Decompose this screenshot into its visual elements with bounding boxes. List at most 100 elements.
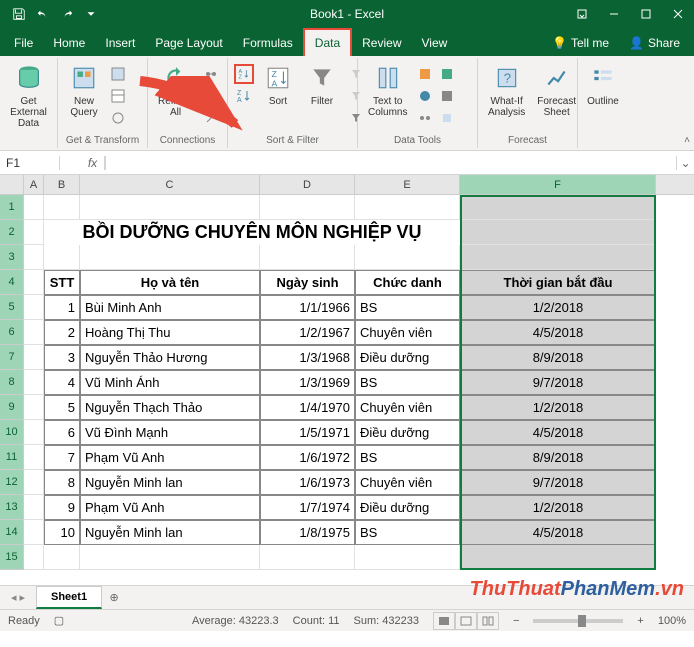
cell-thoigian[interactable]: 1/2/2018 (460, 295, 656, 320)
consolidate-button[interactable] (437, 86, 457, 106)
macro-record-icon[interactable]: ▢ (54, 614, 64, 627)
tell-me[interactable]: 💡Tell me (542, 30, 619, 56)
row-header[interactable]: 2 (0, 220, 24, 245)
cell-ngaysinh[interactable]: 1/7/1974 (260, 495, 355, 520)
view-normal-button[interactable] (433, 612, 455, 630)
data-model-button[interactable] (437, 108, 457, 128)
cell-stt[interactable]: 7 (44, 445, 80, 470)
cell-thoigian[interactable]: 1/2/2018 (460, 495, 656, 520)
flash-fill-button[interactable] (415, 64, 435, 84)
cell-stt[interactable]: 2 (44, 320, 80, 345)
cell-hoten[interactable]: Nguyễn Thạch Thảo (80, 395, 260, 420)
cell-chucdanh[interactable]: Chuyên viên (355, 320, 460, 345)
zoom-slider[interactable] (533, 619, 623, 623)
cell-chucdanh[interactable]: Điều dưỡng (355, 420, 460, 445)
cell-stt[interactable]: 10 (44, 520, 80, 545)
text-to-columns-button[interactable]: Text to Columns (364, 60, 411, 120)
worksheet[interactable]: A B C D E F 1 2 3 4 5 6 7 8 9 10 11 12 1… (0, 175, 694, 585)
row-header[interactable]: 8 (0, 370, 24, 395)
cell-hoten[interactable]: Bùi Minh Anh (80, 295, 260, 320)
cell-ngaysinh[interactable]: 1/5/1971 (260, 420, 355, 445)
row-header[interactable]: 3 (0, 245, 24, 270)
collapse-ribbon-icon[interactable]: ˄ (684, 135, 690, 146)
cell-thoigian[interactable]: 4/5/2018 (460, 420, 656, 445)
sheet-tab[interactable]: Sheet1 (36, 586, 102, 609)
qat-customize[interactable] (80, 3, 102, 25)
view-layout-button[interactable] (455, 612, 477, 630)
sort-ascending-button[interactable]: AZ (234, 64, 254, 84)
connections-button[interactable] (201, 64, 221, 84)
tab-formulas[interactable]: Formulas (233, 30, 303, 56)
tab-insert[interactable]: Insert (95, 30, 145, 56)
relationships-button[interactable] (415, 108, 435, 128)
cell-thoigian[interactable]: 9/7/2018 (460, 370, 656, 395)
maximize-button[interactable] (630, 0, 662, 28)
row-header[interactable]: 9 (0, 395, 24, 420)
cell-stt[interactable]: 9 (44, 495, 80, 520)
cell-ngaysinh[interactable]: 1/3/1969 (260, 370, 355, 395)
cell-thoigian[interactable]: 8/9/2018 (460, 445, 656, 470)
cell-thoigian[interactable]: 4/5/2018 (460, 320, 656, 345)
sort-button[interactable]: ZA Sort (258, 60, 298, 109)
row-header[interactable]: 12 (0, 470, 24, 495)
select-all-cells[interactable] (0, 175, 24, 194)
cell-stt[interactable]: 1 (44, 295, 80, 320)
cell-hoten[interactable]: Phạm Vũ Anh (80, 445, 260, 470)
tab-home[interactable]: Home (43, 30, 95, 56)
col-header-a[interactable]: A (24, 175, 44, 194)
cell-ngaysinh[interactable]: 1/6/1972 (260, 445, 355, 470)
row-header[interactable]: 7 (0, 345, 24, 370)
ribbon-options-icon[interactable] (566, 0, 598, 28)
row-header[interactable]: 11 (0, 445, 24, 470)
new-query-button[interactable]: New Query (64, 60, 104, 120)
tab-nav[interactable]: ◂ ▸ (0, 591, 36, 604)
cell-thoigian[interactable]: 9/7/2018 (460, 470, 656, 495)
cell-hoten[interactable]: Vũ Đình Mạnh (80, 420, 260, 445)
col-header-f[interactable]: F (460, 175, 656, 194)
recent-sources-button[interactable] (108, 108, 128, 128)
row-header[interactable]: 13 (0, 495, 24, 520)
cell-hoten[interactable]: Nguyễn Minh lan (80, 520, 260, 545)
col-header-c[interactable]: C (80, 175, 260, 194)
zoom-in-button[interactable]: + (637, 615, 643, 627)
zoom-level[interactable]: 100% (658, 615, 686, 627)
cell-ngaysinh[interactable]: 1/4/1970 (260, 395, 355, 420)
cell-thoigian[interactable]: 1/2/2018 (460, 395, 656, 420)
cell-chucdanh[interactable]: BS (355, 445, 460, 470)
cell-chucdanh[interactable]: BS (355, 520, 460, 545)
cell-chucdanh[interactable]: BS (355, 370, 460, 395)
cell-ngaysinh[interactable]: 1/1/1966 (260, 295, 355, 320)
cell-ngaysinh[interactable]: 1/6/1973 (260, 470, 355, 495)
zoom-out-button[interactable]: − (513, 615, 519, 627)
row-header[interactable]: 1 (0, 195, 24, 220)
cell-ngaysinh[interactable]: 1/8/1975 (260, 520, 355, 545)
row-header[interactable]: 10 (0, 420, 24, 445)
cell-chucdanh[interactable]: Điều dưỡng (355, 345, 460, 370)
cell-stt[interactable]: 3 (44, 345, 80, 370)
tab-view[interactable]: View (412, 30, 458, 56)
fx-button[interactable]: fx (81, 156, 105, 170)
forecast-sheet-button[interactable]: Forecast Sheet (533, 60, 580, 120)
save-button[interactable] (8, 3, 30, 25)
formula-expand[interactable]: ⌄ (676, 156, 694, 170)
cell-hoten[interactable]: Phạm Vũ Anh (80, 495, 260, 520)
cell-stt[interactable]: 5 (44, 395, 80, 420)
cell-hoten[interactable]: Vũ Minh Ánh (80, 370, 260, 395)
cell-hoten[interactable]: Nguyễn Minh lan (80, 470, 260, 495)
undo-button[interactable] (32, 3, 54, 25)
row-header[interactable]: 4 (0, 270, 24, 295)
properties-button[interactable] (201, 86, 221, 106)
share-button[interactable]: 👤Share (619, 30, 690, 56)
row-header[interactable]: 14 (0, 520, 24, 545)
add-sheet-button[interactable]: ⊕ (102, 591, 126, 604)
row-header[interactable]: 5 (0, 295, 24, 320)
cell-chucdanh[interactable]: Chuyên viên (355, 470, 460, 495)
name-box[interactable]: F1 (0, 156, 60, 170)
edit-links-button[interactable] (201, 108, 221, 128)
filter-button[interactable]: Filter (302, 60, 342, 109)
cell-chucdanh[interactable]: Chuyên viên (355, 395, 460, 420)
col-header-d[interactable]: D (260, 175, 355, 194)
show-queries-button[interactable] (108, 64, 128, 84)
get-external-data-button[interactable]: Get External Data (6, 60, 51, 131)
from-table-button[interactable] (108, 86, 128, 106)
